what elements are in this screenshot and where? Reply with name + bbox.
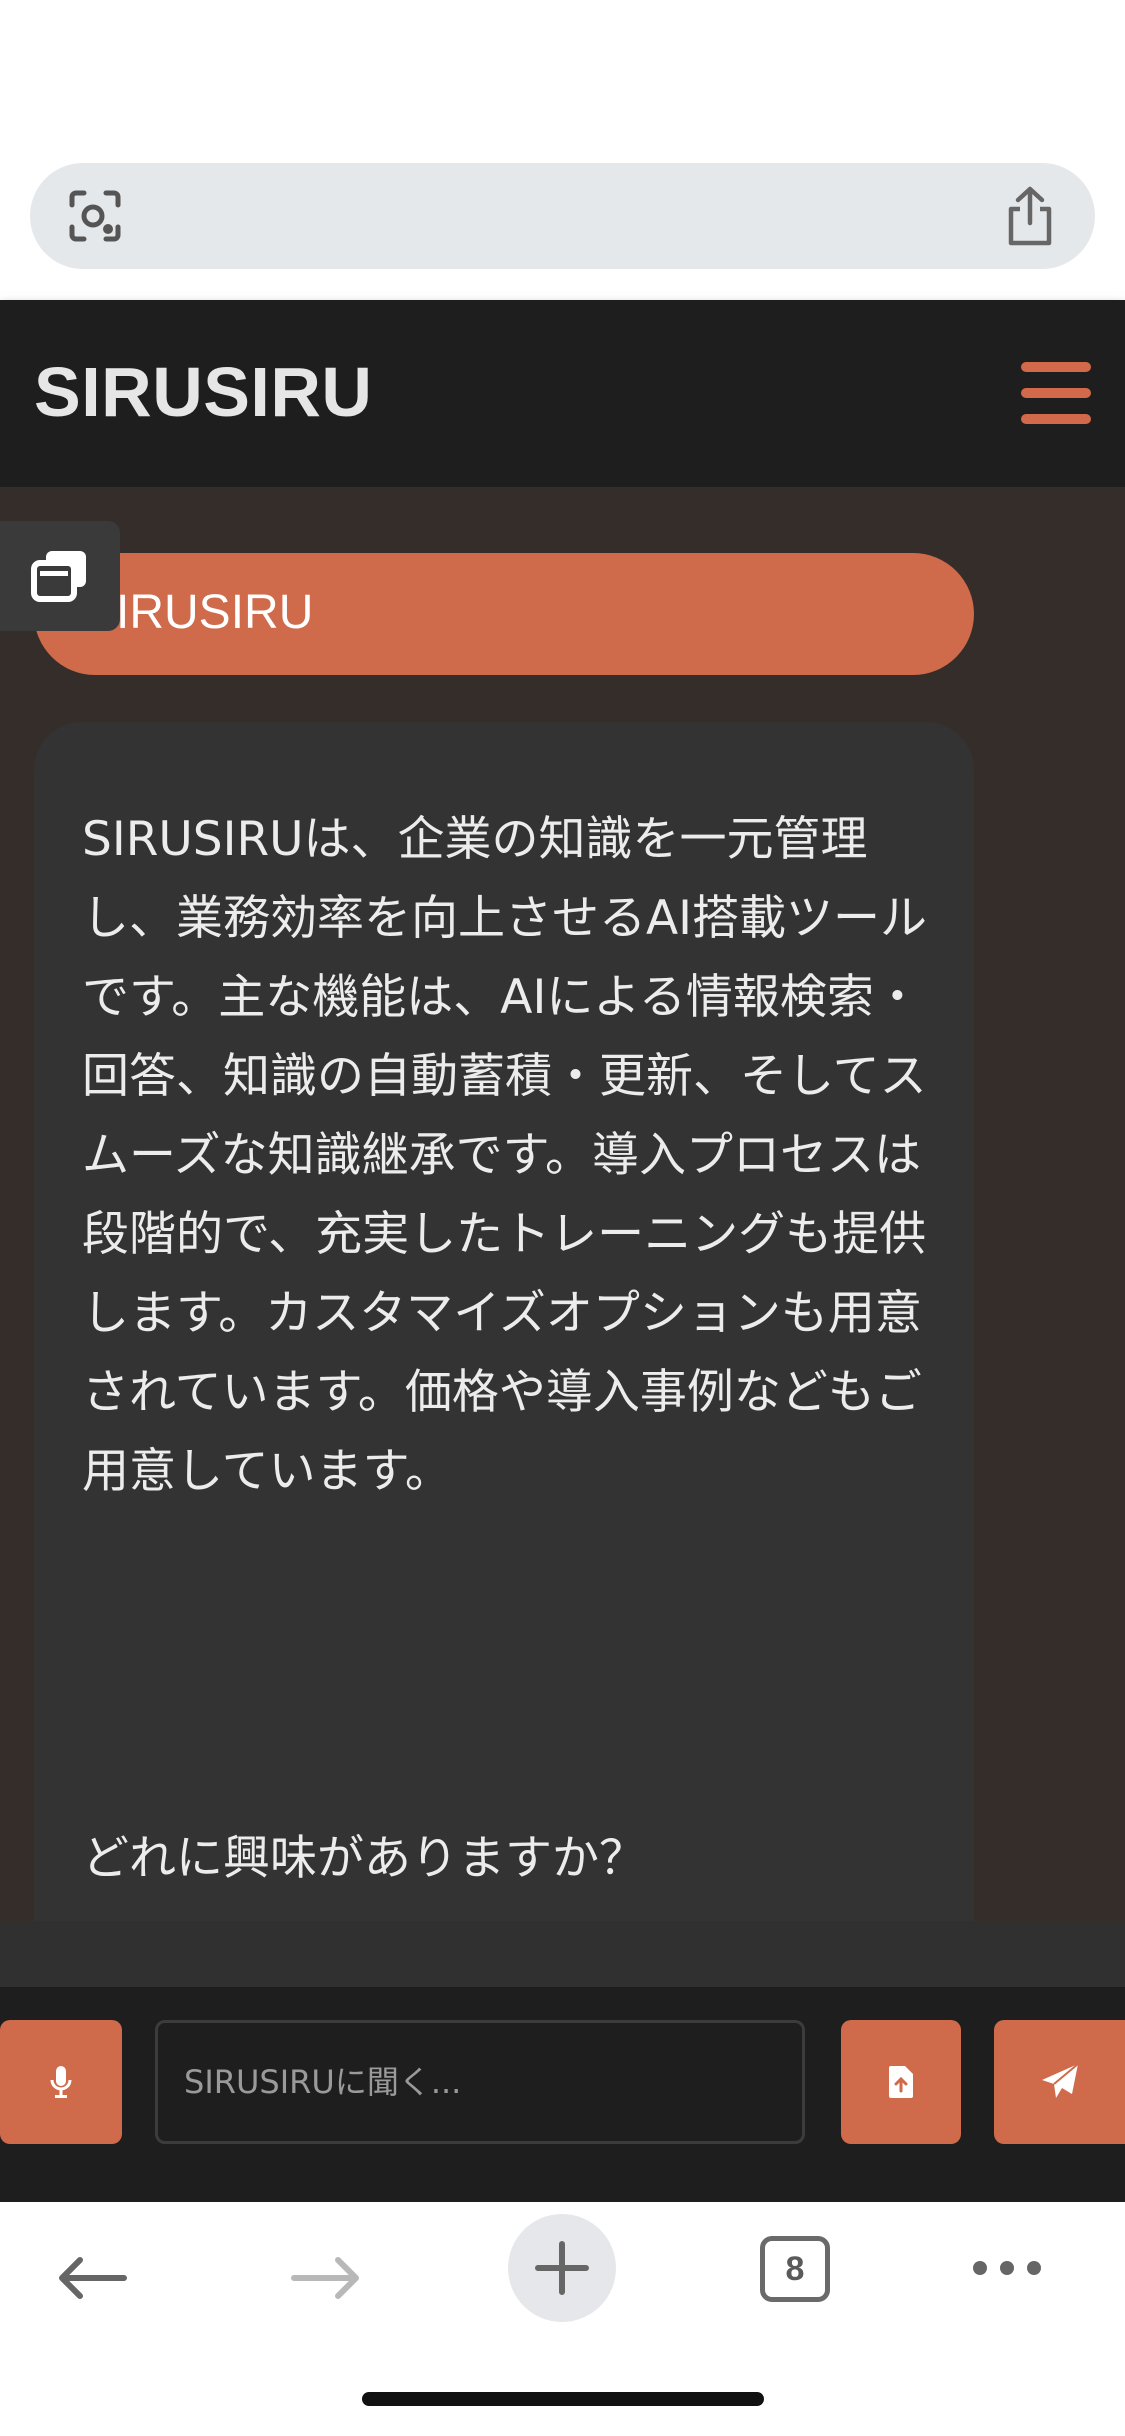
file-upload-icon	[889, 2066, 913, 2098]
back-arrow-icon[interactable]	[56, 2256, 128, 2300]
forward-arrow-icon[interactable]	[290, 2256, 362, 2300]
input-divider	[0, 1921, 1125, 1989]
send-button[interactable]	[994, 2020, 1125, 2144]
copy-icon	[31, 551, 86, 602]
home-indicator	[362, 2392, 764, 2406]
new-tab-button[interactable]	[508, 2214, 616, 2322]
chat-area: SIRUSIRU SIRUSIRUは、企業の知識を一元管理し、業務効率を向上させ…	[0, 487, 1125, 1921]
chat-input[interactable]	[155, 2020, 805, 2144]
file-upload-button[interactable]	[841, 2020, 961, 2144]
tab-switcher-button[interactable]: 8	[760, 2236, 830, 2302]
bot-message-text: SIRUSIRUは、企業の知識を一元管理し、業務効率を向上させるAI搭載ツールで…	[82, 812, 928, 1499]
bot-question-text: どれに興味がありますか？	[82, 1831, 646, 1886]
more-options-icon[interactable]	[972, 2260, 1042, 2276]
hamburger-menu-icon[interactable]	[1021, 362, 1091, 424]
copy-button[interactable]	[0, 521, 120, 631]
bot-message-bubble: SIRUSIRUは、企業の知識を一元管理し、業務効率を向上させるAI搭載ツールで…	[34, 722, 974, 1921]
plus-icon	[535, 2241, 589, 2295]
send-icon	[1041, 2063, 1079, 2098]
user-message-bubble: SIRUSIRU	[34, 553, 974, 675]
status-area	[0, 0, 1125, 160]
app-header: SIRUSIRU	[0, 300, 1125, 487]
app-title: SIRUSIRU	[34, 353, 373, 431]
microphone-button[interactable]	[0, 2020, 122, 2144]
browser-address-bar[interactable]	[30, 163, 1095, 269]
share-icon[interactable]	[1001, 185, 1059, 247]
camera-search-icon[interactable]	[66, 187, 124, 245]
microphone-icon	[50, 2066, 72, 2098]
chat-input-bar	[0, 1987, 1125, 2202]
